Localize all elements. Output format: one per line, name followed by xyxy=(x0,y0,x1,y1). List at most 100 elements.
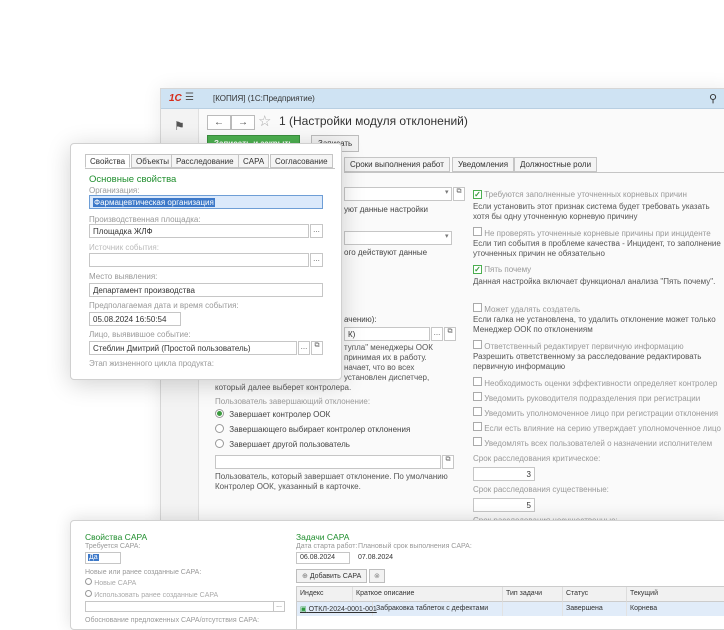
window-caption: [КОПИЯ] (1С:Предприятие) xyxy=(213,94,315,103)
radio-option-chosen[interactable]: Завершающего выбирает контролер отклонен… xyxy=(215,424,410,435)
option-label: Необходимость оценки эффективности опред… xyxy=(484,379,718,388)
radio-new-capa[interactable]: Новые CAPA xyxy=(85,578,136,587)
col-index[interactable]: Индекс xyxy=(297,587,353,602)
row-index[interactable]: ▣ ОТКЛ-2024-0001-001 xyxy=(297,602,377,616)
option-creator-delete[interactable]: Может удалять создатель xyxy=(473,303,580,314)
row-description: Забраковка таблеток с дефектами xyxy=(373,602,503,616)
row-index-text: ОТКЛ-2024-0001-001 xyxy=(308,606,377,613)
datetime-field[interactable]: 05.08.2024 16:50:54 xyxy=(89,312,181,326)
location-label: Место выявления: xyxy=(89,272,158,281)
checkbox[interactable]: ✓ xyxy=(473,265,482,274)
capa-properties-title: Свойства CAPA xyxy=(85,532,148,542)
justification-label: Обоснование предложенных CAPA/отсутствия… xyxy=(85,617,260,624)
tab-capa[interactable]: CAPA xyxy=(238,154,270,168)
tab-deadlines[interactable]: Сроки выполнения работ xyxy=(344,157,450,172)
location-field[interactable]: Департамент производства xyxy=(89,283,323,297)
option-notify-all[interactable]: Уведомлять всех пользователей о назначен… xyxy=(473,437,712,448)
tab-approval[interactable]: Согласование xyxy=(270,154,333,168)
start-field[interactable]: 06.08.2024 xyxy=(296,552,350,564)
option-root-causes[interactable]: ✓ Требуются заполненные уточненных корне… xyxy=(473,190,687,199)
col-status[interactable]: Статус xyxy=(563,587,627,602)
col-current[interactable]: Текущий xyxy=(627,587,724,602)
required-value: Да xyxy=(88,554,99,561)
row-status: Завершена xyxy=(563,602,627,616)
checkbox[interactable] xyxy=(473,392,482,401)
checkbox[interactable] xyxy=(473,407,482,416)
search-icon[interactable]: ⚲ xyxy=(709,92,717,105)
open-icon[interactable]: ⧉ xyxy=(442,455,454,469)
checkbox[interactable] xyxy=(473,422,482,431)
tab-objects[interactable]: Объекты xyxy=(131,154,174,168)
open-icon[interactable]: ⧉ xyxy=(453,187,465,201)
option-notify-head[interactable]: Уведомить руководителя подразделения при… xyxy=(473,392,700,403)
checkbox[interactable] xyxy=(473,303,482,312)
star-icon[interactable]: ☆ xyxy=(258,112,271,130)
radio-button[interactable] xyxy=(85,590,92,597)
tab-investigation[interactable]: Расследование xyxy=(171,154,239,168)
table-row[interactable]: ▣ ОТКЛ-2024-0001-001 Забраковка таблеток… xyxy=(297,602,724,616)
add-capa-button[interactable]: ⊕ Добавить CAPA xyxy=(296,569,368,583)
back-button[interactable]: ← xyxy=(207,115,231,130)
checkbox[interactable] xyxy=(473,340,482,349)
more-button[interactable]: ... xyxy=(431,327,443,341)
col-task-type[interactable]: Тип задачи xyxy=(503,587,563,602)
critical-term-field[interactable]: 3 xyxy=(473,467,535,481)
radio-option-controller[interactable]: Завершает контролер ООК xyxy=(215,409,330,420)
checkbox[interactable] xyxy=(473,227,482,236)
required-field[interactable]: Да xyxy=(85,552,121,564)
checkbox[interactable] xyxy=(473,437,482,446)
more-button[interactable]: ... xyxy=(273,601,285,612)
option-notify-qp[interactable]: Уведомить уполномоченное лицо при регист… xyxy=(473,407,718,418)
settings-field-1[interactable] xyxy=(344,187,452,201)
delete-button[interactable]: ⊗ xyxy=(369,569,385,583)
significant-term-label: Срок расследования существенные: xyxy=(473,485,609,494)
responsible-field[interactable]: К) xyxy=(344,327,430,341)
option-incident[interactable]: Не проверять уточненные корневые причины… xyxy=(473,227,711,238)
dropdown-chevron-icon[interactable]: ▾ xyxy=(445,188,449,196)
hamburger-icon[interactable]: ☰ xyxy=(185,92,194,103)
option-label: Ответственный редактирует первичную инфо… xyxy=(484,342,684,351)
option-five-whys[interactable]: ✓ Пять почему xyxy=(473,265,531,274)
open-icon[interactable]: ⧉ xyxy=(444,327,456,341)
option-batch-impact[interactable]: Если есть влияние на серию утверждает уп… xyxy=(473,422,721,433)
closing-note: Пользователь, который завершает отклонен… xyxy=(215,472,448,491)
checkbox[interactable] xyxy=(473,377,482,386)
source-field[interactable] xyxy=(89,253,309,267)
radio-option-other[interactable]: Завершает другой пользователь xyxy=(215,439,350,450)
organization-label: Организация: xyxy=(89,186,140,195)
settings-field-2[interactable] xyxy=(344,231,452,245)
significant-term-field[interactable]: 5 xyxy=(473,498,535,512)
option-label: Требуются заполненные уточненных корневы… xyxy=(484,190,687,199)
person-field[interactable]: Стеблин Дмитрий (Простой пользователь) xyxy=(89,341,297,355)
option-label: Не проверять уточненные корневые причины… xyxy=(484,229,711,238)
site-label: Производственная площадка: xyxy=(89,215,201,224)
organization-field[interactable]: Фармацевтическая организация xyxy=(89,195,323,209)
more-button[interactable]: ... xyxy=(310,224,323,238)
option-efficiency[interactable]: Необходимость оценки эффективности опред… xyxy=(473,377,717,388)
col-description[interactable]: Краткое описание xyxy=(353,587,503,602)
option-responsible-edit[interactable]: Ответственный редактирует первичную инфо… xyxy=(473,340,684,351)
window-title: 1 (Настройки модуля отклонений) xyxy=(279,114,468,128)
tab-properties[interactable]: Свойства xyxy=(85,154,131,168)
dropdown-chevron-icon[interactable]: ▾ xyxy=(445,232,449,240)
radio-button[interactable] xyxy=(215,424,224,433)
add-capa-label: Добавить CAPA xyxy=(309,573,362,580)
radio-button[interactable] xyxy=(215,439,224,448)
tab-notifications[interactable]: Уведомления xyxy=(452,157,515,172)
dispatcher-note: тупла" менеджеры ООК принимая их в работ… xyxy=(344,343,454,383)
existing-capa-field[interactable] xyxy=(85,601,283,612)
tab-roles[interactable]: Должностные роли xyxy=(514,157,598,172)
required-label: Требуется CAPA: xyxy=(85,543,141,550)
person-label: Лицо, выявившое событие: xyxy=(89,330,191,339)
more-button[interactable]: ... xyxy=(298,341,310,355)
bookmark-icon[interactable]: ⚑ xyxy=(174,119,185,133)
forward-button[interactable]: → xyxy=(231,115,255,130)
radio-existing-capa[interactable]: Использовать ранее созданные CAPA xyxy=(85,590,218,599)
radio-button[interactable] xyxy=(85,578,92,585)
checkbox[interactable]: ✓ xyxy=(473,190,482,199)
site-field[interactable]: Площадка ЖЛФ xyxy=(89,224,309,238)
more-button[interactable]: ... xyxy=(310,253,323,267)
other-user-field[interactable] xyxy=(215,455,441,469)
open-icon[interactable]: ⧉ xyxy=(311,341,323,355)
radio-button[interactable] xyxy=(215,409,224,418)
